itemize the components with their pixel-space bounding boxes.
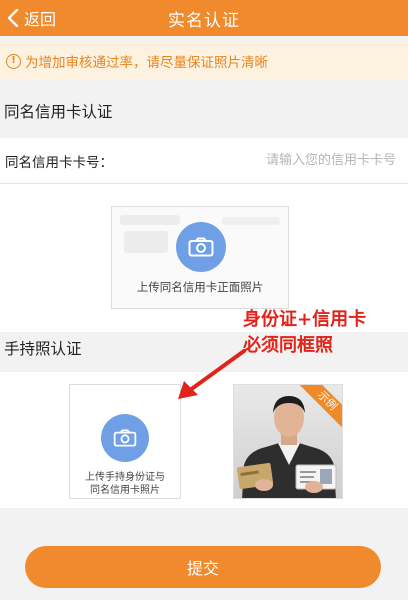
back-button[interactable]: 返回 [4, 0, 56, 36]
credit-card-upload[interactable]: 上传同名信用卡正面照片 [111, 206, 289, 309]
card-number-row: 同名信用卡卡号： [0, 138, 408, 184]
card-placeholder-bar [120, 215, 180, 225]
notice-bar: ! 为增加审核通过率，请尽量保证照片清晰 [0, 42, 408, 80]
camera-icon [101, 414, 149, 462]
card-number-label: 同名信用卡卡号： [5, 154, 113, 171]
arrow-icon [178, 349, 246, 399]
annotation-line2: 必须同框照 [243, 335, 333, 356]
back-label: 返回 [24, 10, 57, 29]
card-placeholder-chip [124, 231, 168, 253]
hand-held-upload[interactable]: 上传手持身份证与 同名信用卡照片 [69, 384, 181, 499]
camera-icon [176, 222, 226, 272]
credit-card-panel: 同名信用卡卡号： 上传同名信用卡正面照片 [0, 138, 408, 332]
annotation-line1: 身份证+信用卡 [243, 309, 367, 330]
page-title: 实名认证 [168, 10, 240, 31]
submit-button[interactable]: 提交 [25, 546, 381, 588]
notice-text: 为增加审核通过率，请尽量保证照片清晰 [25, 55, 268, 71]
card-number-input[interactable] [206, 153, 396, 168]
info-icon: ! [6, 53, 21, 69]
credit-card-section-title: 同名信用卡认证 [4, 103, 113, 121]
hand-held-upload-label-line1: 上传手持身份证与 [85, 472, 165, 483]
credit-card-upload-label: 上传同名信用卡正面照片 [136, 280, 264, 294]
hand-held-upload-label: 上传手持身份证与 同名信用卡照片 [70, 471, 180, 497]
hand-held-upload-label-line2: 同名信用卡照片 [90, 485, 160, 496]
chevron-left-icon [4, 8, 22, 28]
card-placeholder-line [222, 217, 280, 225]
nav-bar: 返回 实名认证 [0, 0, 408, 36]
annotation-text: 身份证+信用卡 必须同框照 [243, 307, 366, 359]
hand-held-section-title: 手持照认证 [4, 340, 82, 358]
